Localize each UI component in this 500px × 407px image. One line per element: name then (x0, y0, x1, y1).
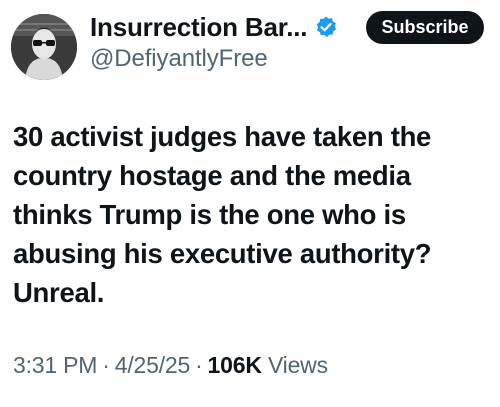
post-text-line: Unreal. (13, 277, 105, 308)
author-handle[interactable]: @DefiyantlyFree (90, 45, 268, 73)
author-name-row: Insurrection Bar... (90, 9, 338, 45)
post-text-line: country hostage and the media (13, 160, 411, 191)
views-label: Views (267, 352, 328, 378)
subscribe-button[interactable]: Subscribe (366, 11, 484, 44)
tweet-card: Insurrection Bar... @DefiyantlyFree Subs… (0, 0, 500, 407)
post-text: 30 activist judges have taken the countr… (13, 117, 493, 312)
post-metadata: 3:31 PM · 4/25/25 · 106K Views (13, 352, 328, 379)
post-text-line: 30 activist judges have taken the (13, 121, 432, 152)
profile-photo-icon (11, 14, 77, 80)
post-time[interactable]: 3:31 PM (13, 352, 97, 378)
meta-separator: · (195, 352, 203, 378)
avatar[interactable] (11, 14, 77, 80)
verified-badge-icon[interactable] (314, 15, 338, 39)
author-display-name[interactable]: Insurrection Bar... (90, 12, 307, 43)
post-date[interactable]: 4/25/25 (115, 352, 191, 378)
post-text-line: thinks Trump is the one who is (13, 199, 406, 230)
post-text-line: abusing his executive authority? (13, 238, 432, 269)
views-count[interactable]: 106K (208, 352, 262, 378)
meta-separator: · (102, 352, 110, 378)
